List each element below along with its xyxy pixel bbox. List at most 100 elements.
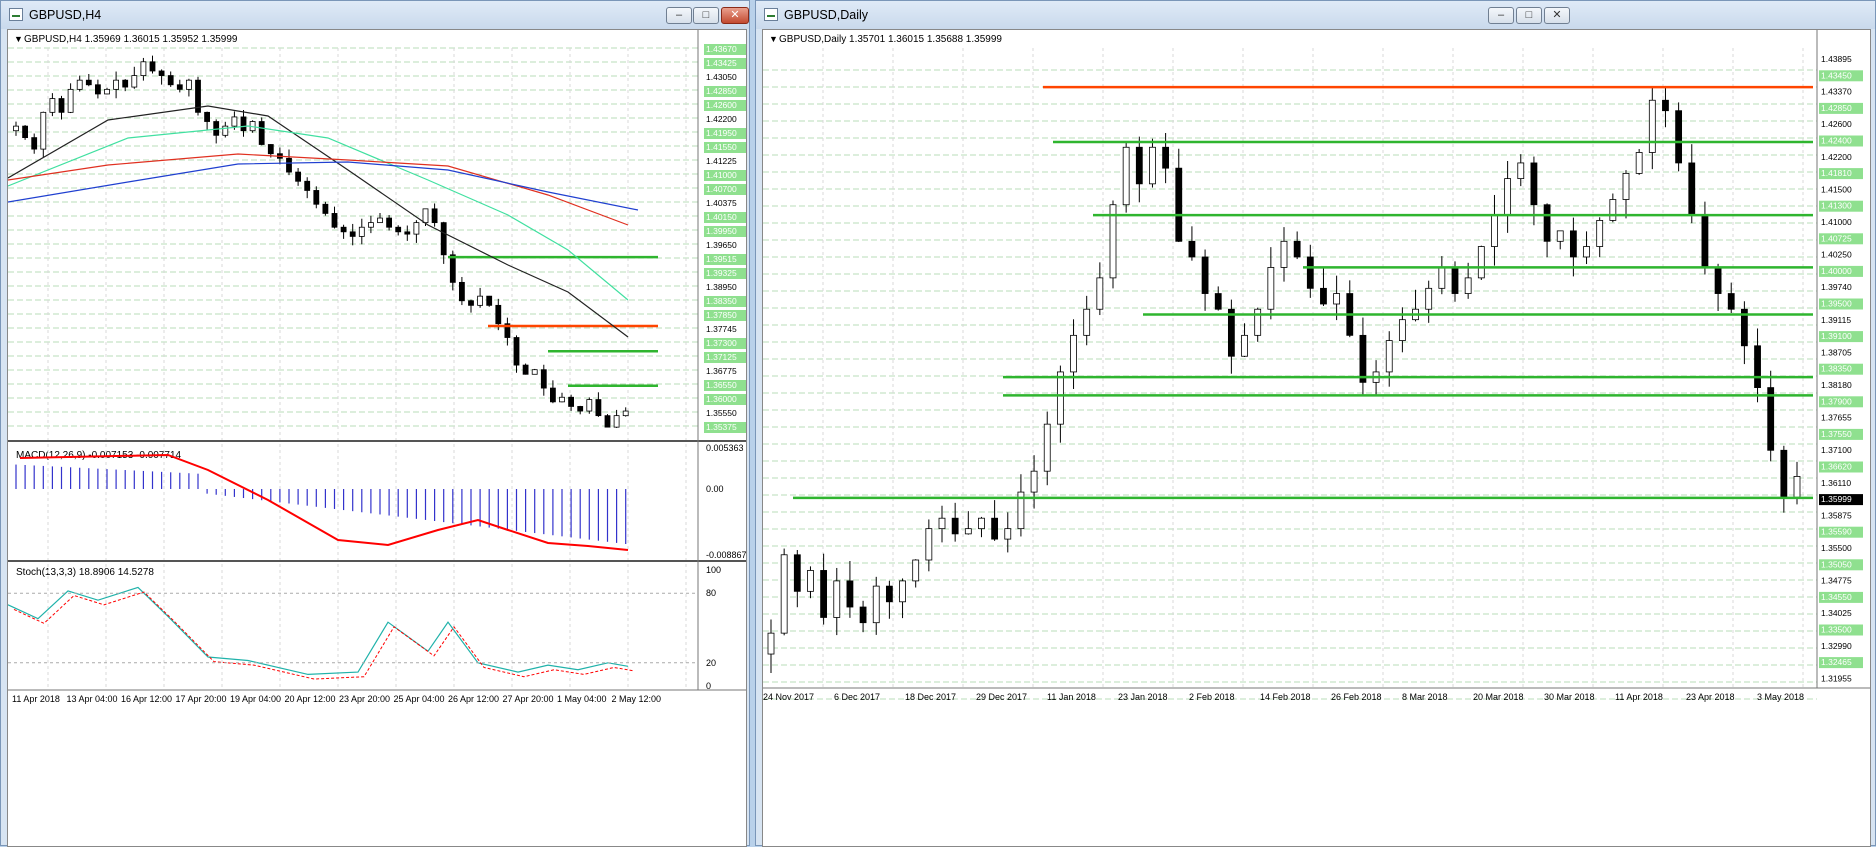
minimize-button[interactable]: –	[666, 7, 692, 24]
candle	[1201, 256, 1209, 294]
candle	[595, 399, 602, 417]
price-tick-label: 1.38180	[1821, 380, 1852, 390]
time-axis-label: 2 Feb 2018	[1189, 692, 1235, 702]
daily-info-label: GBPUSD,Daily 1.35701 1.36015 1.35688 1.3…	[779, 34, 1002, 45]
candle	[1122, 146, 1130, 206]
time-axis-label: 11 Apr 2018	[12, 694, 60, 704]
candle	[925, 528, 933, 561]
candle	[449, 254, 456, 283]
ma-line-aqua	[8, 125, 629, 301]
price-tick-label: 1.39115	[1821, 315, 1851, 325]
right-chart-window: GBPUSD,Daily – □ ✕ ▼ GBPUSD,Daily 1.3570…	[755, 0, 1876, 847]
candle	[240, 116, 247, 132]
price-tick-label: 1.41550	[706, 142, 737, 152]
candle	[1306, 256, 1314, 289]
time-axis-label: 18 Dec 2017	[905, 692, 956, 702]
close-button[interactable]: ✕	[721, 7, 749, 24]
left-window-title: GBPUSD,H4	[29, 8, 102, 22]
candle	[577, 406, 584, 412]
candle	[49, 98, 56, 113]
price-tick-label: 1.40725	[1821, 233, 1852, 243]
stoch-scale-label: 100	[706, 565, 721, 575]
price-tick-label: 1.41000	[706, 170, 737, 180]
candle	[1004, 528, 1012, 540]
candle	[859, 606, 867, 624]
candle	[1398, 319, 1406, 341]
h4-chart-area[interactable]: ▼ GBPUSD,H4 1.35969 1.36015 1.35952 1.35…	[7, 29, 747, 847]
daily-chart-area[interactable]: ▼ GBPUSD,Daily 1.35701 1.36015 1.35688 1…	[762, 29, 1871, 847]
price-tick-label: 1.43450	[1821, 70, 1852, 80]
price-tick-label: 1.35875	[1821, 510, 1852, 520]
candle	[1425, 287, 1433, 310]
candle	[846, 580, 854, 608]
candle	[358, 226, 365, 237]
time-axis-label: 24 Nov 2017	[763, 692, 814, 702]
price-tick-label: 1.37655	[1821, 413, 1852, 423]
candle	[13, 125, 19, 132]
time-axis-label: 20 Apr 12:00	[285, 694, 336, 704]
price-tick-label: 1.42600	[1821, 119, 1852, 129]
time-axis-label: 29 Dec 2017	[976, 692, 1027, 702]
candle	[1083, 308, 1091, 336]
candle	[1359, 334, 1367, 383]
price-tick-label: 1.35590	[1821, 527, 1852, 537]
price-tick-label: 1.42400	[1821, 136, 1852, 146]
time-axis-label: 14 Feb 2018	[1260, 692, 1311, 702]
left-titlebar[interactable]: GBPUSD,H4 – □ ✕	[1, 1, 749, 29]
candle	[158, 70, 165, 76]
candle	[40, 111, 47, 150]
price-tick-label: 1.41225	[706, 156, 737, 166]
candle	[477, 295, 484, 306]
minimize-button[interactable]: –	[1488, 7, 1514, 24]
maximize-button[interactable]: □	[1516, 7, 1542, 24]
candle	[899, 580, 906, 603]
macd-signal-line	[19, 453, 629, 551]
price-tick-label: 1.37125	[706, 352, 737, 362]
candle	[386, 217, 393, 228]
time-axis-label: 23 Apr 2018	[1686, 692, 1735, 702]
candle	[1070, 334, 1077, 373]
candle	[422, 208, 429, 224]
close-button[interactable]: ✕	[1544, 7, 1570, 24]
candle	[67, 88, 74, 113]
maximize-button[interactable]: □	[693, 7, 719, 24]
candle	[113, 79, 119, 90]
price-tick-label: 1.40000	[1821, 266, 1852, 276]
candle	[1767, 387, 1775, 451]
candle	[522, 364, 529, 375]
candle	[431, 208, 438, 224]
price-tick-label: 1.34775	[1821, 576, 1852, 586]
candle	[912, 559, 920, 582]
candle	[885, 585, 893, 603]
price-tick-label: 1.41000	[1821, 217, 1852, 227]
chart-menu-icon[interactable]: ▼	[769, 34, 778, 44]
price-tick-label: 1.41300	[1821, 201, 1852, 211]
price-tick-label: 1.37300	[706, 338, 737, 348]
candle	[1056, 371, 1064, 425]
candle	[331, 213, 338, 228]
candle	[304, 180, 311, 191]
price-tick-label: 1.37900	[1821, 396, 1852, 406]
price-tick-label: 1.39100	[1821, 331, 1852, 341]
right-titlebar[interactable]: GBPUSD,Daily – □ ✕	[756, 1, 1875, 29]
candle	[95, 84, 101, 95]
candle	[395, 226, 402, 233]
price-tick-label: 1.42200	[1821, 152, 1852, 162]
time-axis-label: 23 Jan 2018	[1118, 692, 1168, 702]
price-tick-label: 1.41810	[1821, 168, 1852, 178]
candle	[1043, 423, 1051, 472]
candle	[313, 190, 320, 205]
price-tick-label: 1.33500	[1821, 625, 1852, 635]
candle	[267, 144, 274, 155]
price-tick-label: 1.39325	[706, 268, 737, 278]
candle	[1162, 146, 1170, 169]
candle	[367, 222, 374, 228]
candle	[1135, 146, 1143, 185]
price-tick-label: 1.36620	[1821, 462, 1852, 472]
candle	[964, 528, 972, 535]
candle	[1188, 240, 1196, 258]
chart-menu-icon[interactable]: ▼	[14, 34, 23, 44]
candle	[58, 98, 65, 113]
price-tick-label: 1.39650	[706, 240, 737, 250]
price-tick-label: 1.36550	[706, 380, 737, 390]
